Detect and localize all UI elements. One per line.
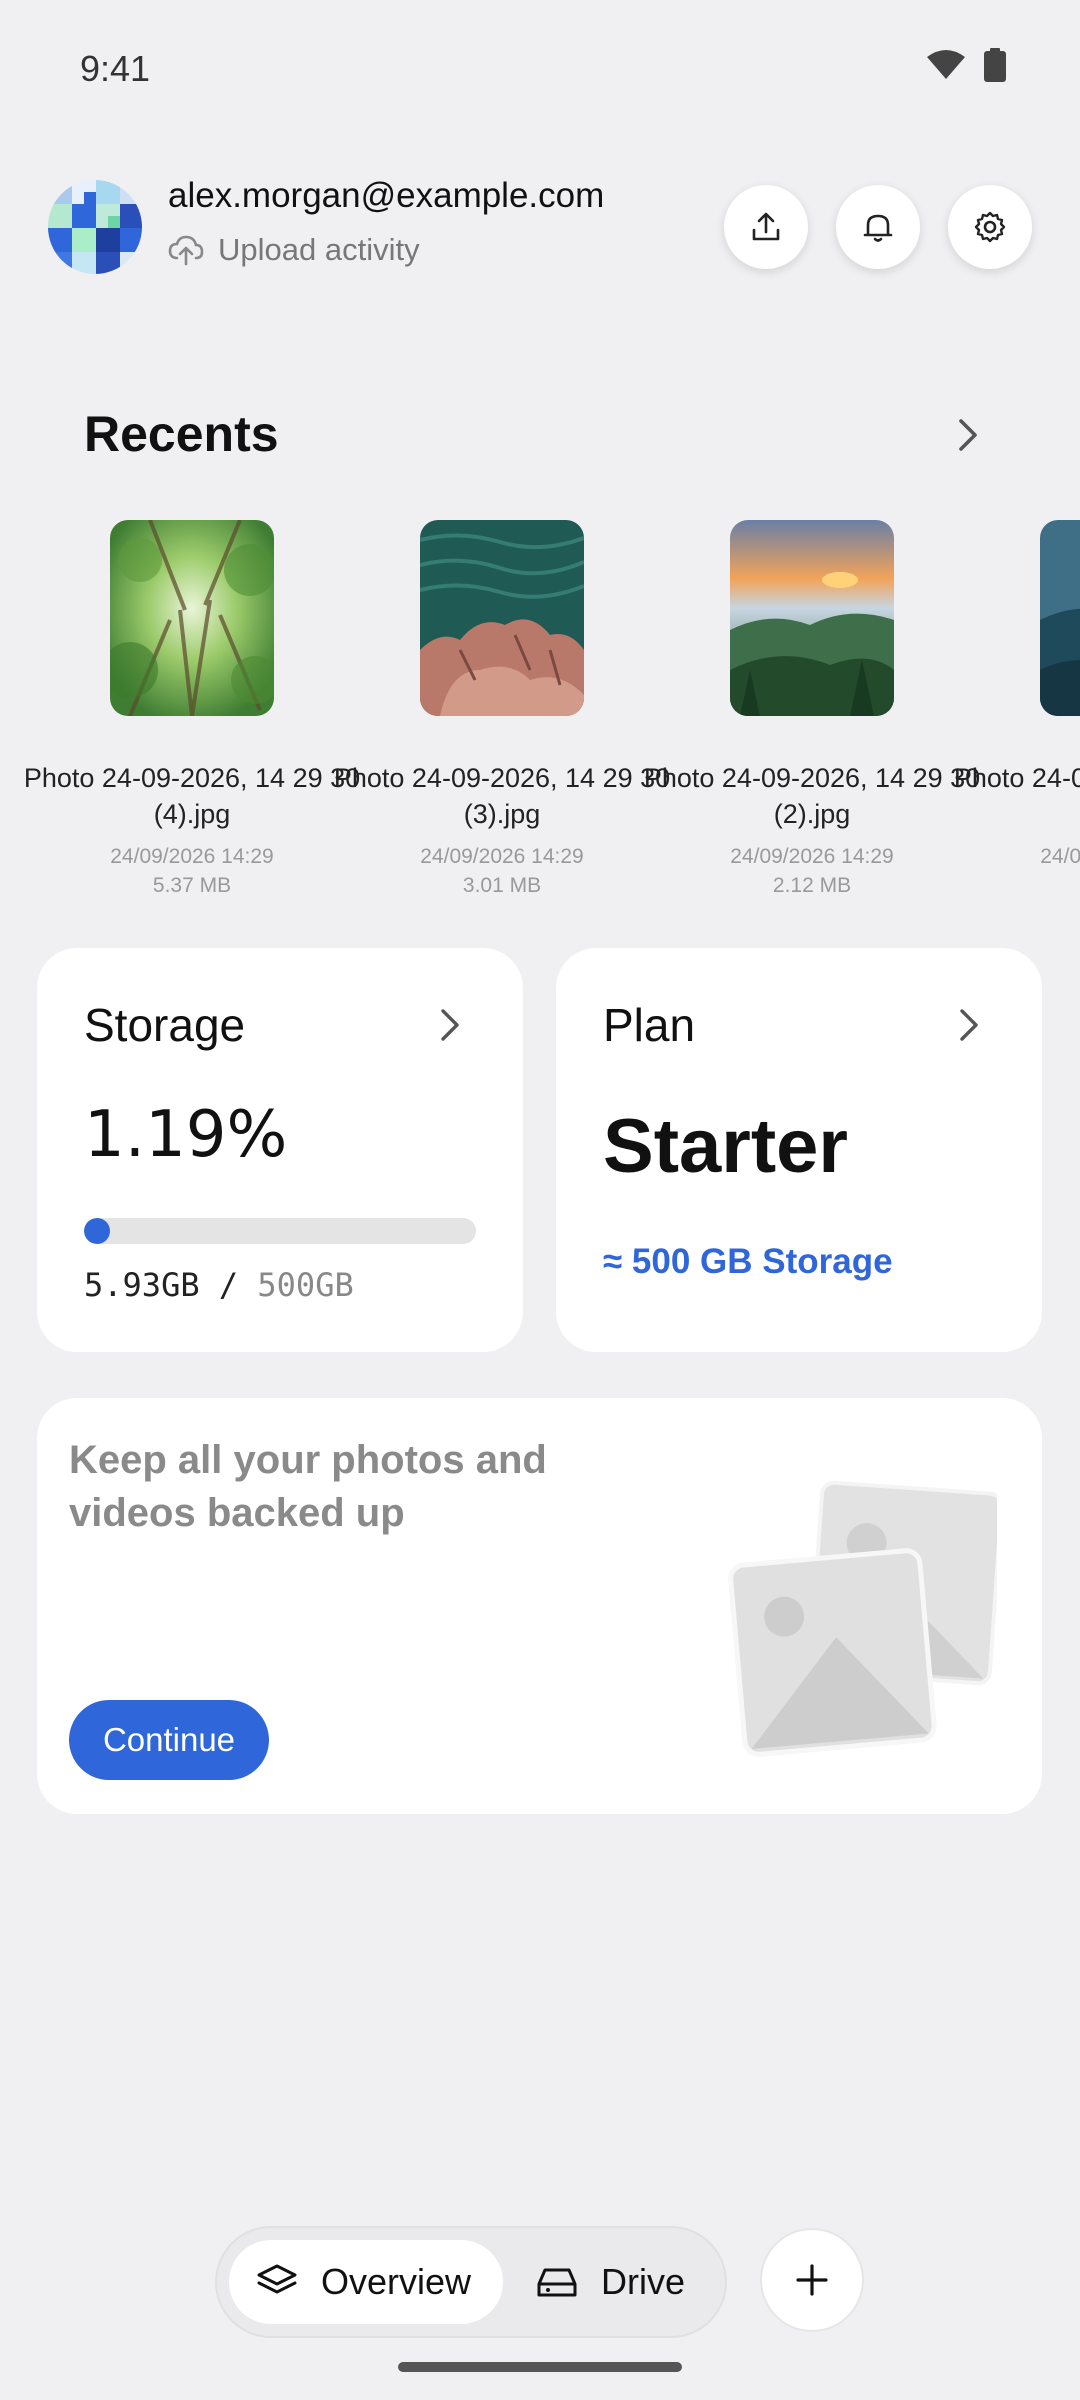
file-name: Photo 24-09-2026, 14 29 30 (2).jpg [643, 763, 981, 829]
wifi-icon [927, 50, 965, 79]
bottom-nav: Overview Drive [215, 2226, 727, 2338]
plan-name: Starter [603, 1104, 848, 1189]
file-date: 24/09/2026 14:29 [110, 845, 274, 868]
settings-button[interactable] [948, 185, 1032, 269]
account-header: alex.morgan@example.com Upload activity [0, 170, 1080, 290]
battery-icon [984, 48, 1006, 82]
avatar[interactable] [48, 180, 142, 274]
plus-icon [796, 2264, 828, 2296]
file-date: 24/09/2026 14:29 [1040, 845, 1080, 868]
plan-card[interactable]: Plan Starter ≈ 500 GB Storage [556, 948, 1042, 1352]
storage-title: Storage [84, 999, 246, 1051]
add-button[interactable] [760, 2228, 864, 2332]
file-date: 24/09/2026 14:29 [420, 845, 584, 868]
upload-icon [752, 212, 780, 241]
storage-progress-bar [84, 1218, 476, 1244]
plan-title: Plan [603, 999, 696, 1051]
tab-drive[interactable]: Drive [517, 2240, 717, 2324]
file-meta: 24/09/2026 14:29 2.12 MB [640, 842, 984, 900]
backup-promo-text: Keep all your photos and videos backed u… [69, 1438, 547, 1535]
bell-icon [863, 214, 893, 242]
storage-card[interactable]: Storage 1.19% 5.93GB / 500GB [37, 948, 523, 1352]
layers-icon [257, 2264, 297, 2294]
recents-title: Recents [84, 406, 279, 462]
tab-drive-label: Drive [601, 2261, 686, 2302]
file-name: Photo 24-09-2026, 14 29 30 (4).jpg [23, 763, 361, 829]
storage-separator: / [199, 1266, 258, 1304]
storage-percent: 1.19% [84, 1098, 288, 1172]
home-indicator[interactable] [398, 2362, 682, 2372]
file-size: 2.12 MB [772, 874, 852, 897]
status-time: 9:41 [80, 48, 151, 89]
backup-promo-card: Keep all your photos and videos backed u… [37, 1398, 1042, 1814]
plan-storage-label: ≈ 500 GB Storage [603, 1242, 893, 1281]
upload-activity-link[interactable]: Upload activity [168, 232, 420, 268]
screen: 9:41 alex.morgan@example.com Upload acti… [0, 0, 1080, 2400]
chevron-right-icon [441, 1009, 459, 1041]
cloud-upload-icon [168, 235, 204, 266]
tab-overview-label: Overview [321, 2261, 472, 2302]
gear-icon [974, 211, 1006, 243]
chevron-right-icon [960, 1009, 978, 1041]
photo-thumbnail [730, 520, 894, 716]
upload-button[interactable] [724, 185, 808, 269]
file-size: 5.37 MB [152, 874, 232, 897]
status-icons [926, 48, 1006, 82]
storage-total: 500GB [257, 1266, 354, 1304]
file-name: Photo 24-09-2026, 14 29 30 (1).jpg [953, 763, 1080, 793]
file-meta: 24/09/2026 14:29 3.01 MB [330, 842, 674, 900]
upload-activity-label: Upload activity [218, 232, 420, 267]
continue-button[interactable]: Continue [69, 1700, 269, 1780]
storage-used: 5.93GB [84, 1266, 200, 1304]
status-bar: 9:41 [0, 0, 1080, 135]
avatar-pattern [48, 180, 142, 274]
recents-chevron-right-icon[interactable] [950, 415, 986, 455]
drive-icon [537, 2268, 577, 2297]
tab-overview[interactable]: Overview [229, 2240, 503, 2324]
account-email: alex.morgan@example.com [168, 176, 605, 215]
file-size: 3.01 MB [462, 874, 542, 897]
photos-illustration-icon [728, 1480, 997, 1757]
notifications-button[interactable] [836, 185, 920, 269]
file-meta: 24/09/2026 14:29 5.37 MB [20, 842, 364, 900]
file-name: Photo 24-09-2026, 14 29 30 (3).jpg [333, 763, 671, 829]
photo-thumbnail [110, 520, 274, 716]
photo-thumbnail [1040, 520, 1080, 716]
photo-thumbnail [420, 520, 584, 716]
storage-usage: 5.93GB / 500GB [84, 1266, 354, 1304]
file-meta: 24/09/2026 14:29 [950, 842, 1080, 871]
recents-list: Photo 24-09-2026, 14 29 30 (4).jpg 24/09… [0, 520, 1080, 900]
storage-progress-fill [84, 1218, 110, 1244]
file-date: 24/09/2026 14:29 [730, 845, 894, 868]
